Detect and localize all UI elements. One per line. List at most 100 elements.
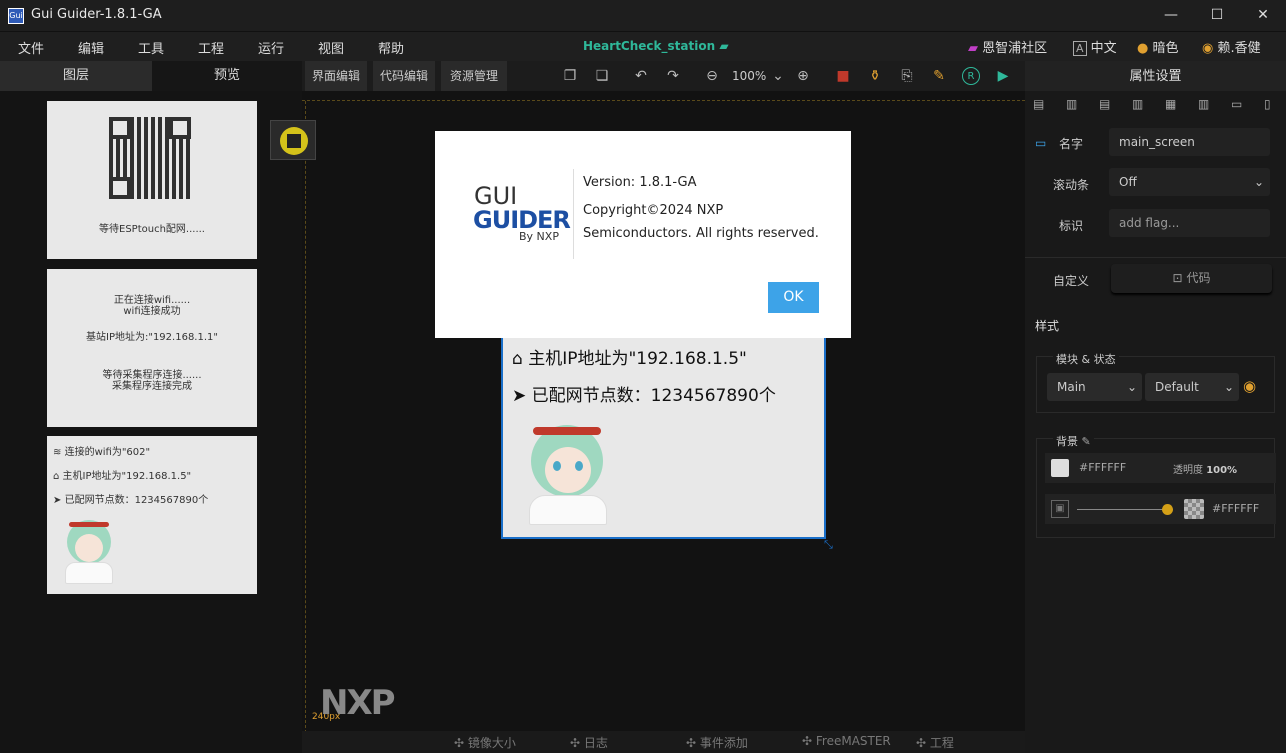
menu-help[interactable]: 帮助 bbox=[378, 38, 404, 57]
background-label: 背景 ✎ bbox=[1053, 433, 1094, 449]
custom-code-button[interactable]: ⊡ 代码 bbox=[1111, 264, 1272, 293]
align-left-icon[interactable]: ▤ bbox=[1033, 97, 1044, 111]
opacity-slider-handle[interactable] bbox=[1162, 504, 1173, 515]
preview-screen-3[interactable]: ≋ 连接的wifi为"602" ⌂ 主机IP地址为"192.168.1.5" ➤… bbox=[47, 436, 257, 594]
screen-icon: ▭ bbox=[1035, 136, 1047, 150]
brush-icon: ✎ bbox=[1081, 435, 1091, 448]
logo-gui: GUI bbox=[474, 182, 518, 210]
translate-icon: A bbox=[1073, 41, 1087, 56]
style-section-label: 样式 bbox=[1035, 319, 1060, 333]
minimize-button[interactable]: — bbox=[1148, 0, 1194, 32]
chevron-down-icon: ⌄ bbox=[1253, 175, 1264, 189]
align-back-icon[interactable]: ❐ bbox=[561, 67, 579, 85]
zoom-in-icon[interactable]: ⊕ bbox=[794, 67, 812, 85]
tab-project[interactable]: ✣ 工程 bbox=[916, 734, 954, 751]
theme-switch[interactable]: ● 暗色 bbox=[1137, 37, 1179, 56]
chevron-down-icon[interactable]: ⌄ bbox=[769, 67, 787, 85]
left-tabs: 图层 预览 bbox=[0, 61, 302, 91]
preview-screen-2[interactable]: 正在连接wifi...... wifi连接成功 基站IP地址为:"192.168… bbox=[47, 269, 257, 427]
chevron-down-icon: ⌄ bbox=[1126, 380, 1137, 394]
align-top-icon[interactable]: ▥ bbox=[1132, 97, 1143, 111]
resize-handle-icon[interactable]: ⤡ bbox=[824, 538, 836, 551]
widget-toggle-button[interactable] bbox=[270, 120, 316, 160]
preview-screen-1[interactable]: 等待ESPtouch配网...... bbox=[47, 101, 257, 259]
color-swatch[interactable] bbox=[1051, 459, 1069, 477]
thumb2-line2: wifi连接成功 bbox=[123, 306, 181, 317]
logo-divider bbox=[573, 169, 574, 259]
menu-bar: 文件 编辑 工具 工程 运行 视图 帮助 HeartCheck_station … bbox=[0, 32, 1286, 61]
image-icon[interactable]: ▣ bbox=[1051, 500, 1069, 518]
copyright-line-1: Copyright©2024 NXP bbox=[583, 203, 724, 218]
character-image bbox=[61, 516, 117, 586]
generate-code-icon[interactable]: ⎘ bbox=[898, 67, 916, 85]
tab-preview[interactable]: 预览 bbox=[152, 61, 302, 91]
clean-icon[interactable]: ⚱ bbox=[866, 67, 884, 85]
redo-icon[interactable]: ↷ bbox=[664, 67, 682, 85]
tab-event-add[interactable]: ✣ 事件添加 bbox=[686, 734, 748, 751]
flag-input[interactable]: add flag... bbox=[1109, 209, 1270, 237]
module-state-label: 模块 & 状态 bbox=[1053, 351, 1119, 367]
tab-freemaster[interactable]: ✣ FreeMASTER bbox=[802, 734, 891, 748]
tab-ui-editor[interactable]: 界面编辑 bbox=[305, 61, 367, 91]
thumb3-ip-row: ⌂ 主机IP地址为"192.168.1.5" bbox=[53, 471, 192, 482]
scroll-select[interactable]: Off ⌄ bbox=[1109, 168, 1270, 196]
distribute-h-icon[interactable]: ▭ bbox=[1231, 97, 1242, 111]
divider bbox=[1025, 257, 1286, 258]
thumb2-line3: 基站IP地址为:"192.168.1.1" bbox=[86, 332, 218, 343]
tab-resource-manager[interactable]: 资源管理 bbox=[441, 61, 507, 91]
module-select[interactable]: Main ⌄ bbox=[1047, 373, 1142, 401]
ok-button[interactable]: OK bbox=[768, 282, 819, 313]
zoom-out-icon[interactable]: ⊖ bbox=[703, 67, 721, 85]
opacity-slider-track[interactable] bbox=[1077, 509, 1169, 510]
menu-project[interactable]: 工程 bbox=[198, 38, 224, 57]
register-icon[interactable]: R bbox=[962, 67, 980, 85]
tab-log[interactable]: ✣ 日志 bbox=[570, 734, 608, 751]
character-image[interactable] bbox=[523, 421, 613, 527]
location-arrow-icon: ➤ bbox=[512, 386, 527, 406]
opacity-row[interactable]: 透明度 100% bbox=[1173, 461, 1237, 476]
tab-layers[interactable]: 图层 bbox=[0, 61, 152, 91]
transparent-swatch[interactable] bbox=[1184, 499, 1204, 519]
canvas-nodes-row[interactable]: ➤ 已配网节点数：1234567890个 bbox=[512, 381, 776, 406]
bg-color-value[interactable]: #FFFFFF bbox=[1079, 461, 1126, 474]
tab-code-editor[interactable]: 代码编辑 bbox=[373, 61, 435, 91]
gift-icon bbox=[280, 127, 308, 155]
user-menu[interactable]: ◉ 赖.香健 bbox=[1202, 37, 1261, 56]
align-front-icon[interactable]: ❏ bbox=[593, 67, 611, 85]
canvas-main-screen[interactable]: ⌂ 主机IP地址为"192.168.1.5" ➤ 已配网节点数：12345678… bbox=[501, 331, 826, 539]
canvas-ip-row[interactable]: ⌂ 主机IP地址为"192.168.1.5" bbox=[512, 344, 747, 369]
maximize-button[interactable]: ☐ bbox=[1194, 0, 1240, 32]
community-link[interactable]: ▰ 恩智浦社区 bbox=[968, 37, 1047, 56]
scroll-label: 滚动条 bbox=[1053, 178, 1090, 192]
undo-icon[interactable]: ↶ bbox=[632, 67, 650, 85]
name-input[interactable]: main_screen bbox=[1109, 128, 1270, 156]
tab-image-size[interactable]: ✣ 镜像大小 bbox=[454, 734, 516, 751]
home-icon: ⌂ bbox=[512, 349, 523, 369]
language-switch[interactable]: A 中文 bbox=[1073, 37, 1117, 56]
logo-guider: GUIDER bbox=[473, 206, 571, 234]
state-select[interactable]: Default ⌄ bbox=[1145, 373, 1239, 401]
distribute-v-icon[interactable]: ▯ bbox=[1264, 97, 1271, 111]
qr-code bbox=[109, 117, 191, 199]
align-bottom-icon[interactable]: ▥ bbox=[1198, 97, 1209, 111]
menu-tools[interactable]: 工具 bbox=[138, 38, 164, 57]
thumb3-nodes-row: ➤ 已配网节点数：1234567890个 bbox=[53, 495, 209, 506]
menu-file[interactable]: 文件 bbox=[18, 38, 44, 57]
menu-view[interactable]: 视图 bbox=[318, 38, 344, 57]
flag-label: 标识 bbox=[1059, 219, 1084, 233]
menu-run[interactable]: 运行 bbox=[258, 38, 284, 57]
align-right-icon[interactable]: ▤ bbox=[1099, 97, 1110, 111]
chevron-down-icon: ⌄ bbox=[1223, 380, 1234, 394]
align-center-h-icon[interactable]: ▥ bbox=[1066, 97, 1077, 111]
align-center-v-icon[interactable]: ▦ bbox=[1165, 97, 1176, 111]
eye-icon[interactable]: ◉ bbox=[1243, 377, 1256, 395]
folder-icon: ▰ bbox=[719, 39, 729, 53]
home-icon: ⌂ bbox=[53, 471, 60, 482]
run-icon[interactable]: ▶ bbox=[994, 67, 1012, 85]
menu-edit[interactable]: 编辑 bbox=[78, 38, 104, 57]
wrench-icon[interactable]: ✎ bbox=[930, 67, 948, 85]
stop-icon[interactable]: ■ bbox=[834, 67, 852, 85]
close-button[interactable]: ✕ bbox=[1240, 0, 1286, 32]
image-color-value[interactable]: #FFFFFF bbox=[1212, 502, 1259, 515]
zoom-level[interactable]: 100% bbox=[732, 69, 766, 83]
